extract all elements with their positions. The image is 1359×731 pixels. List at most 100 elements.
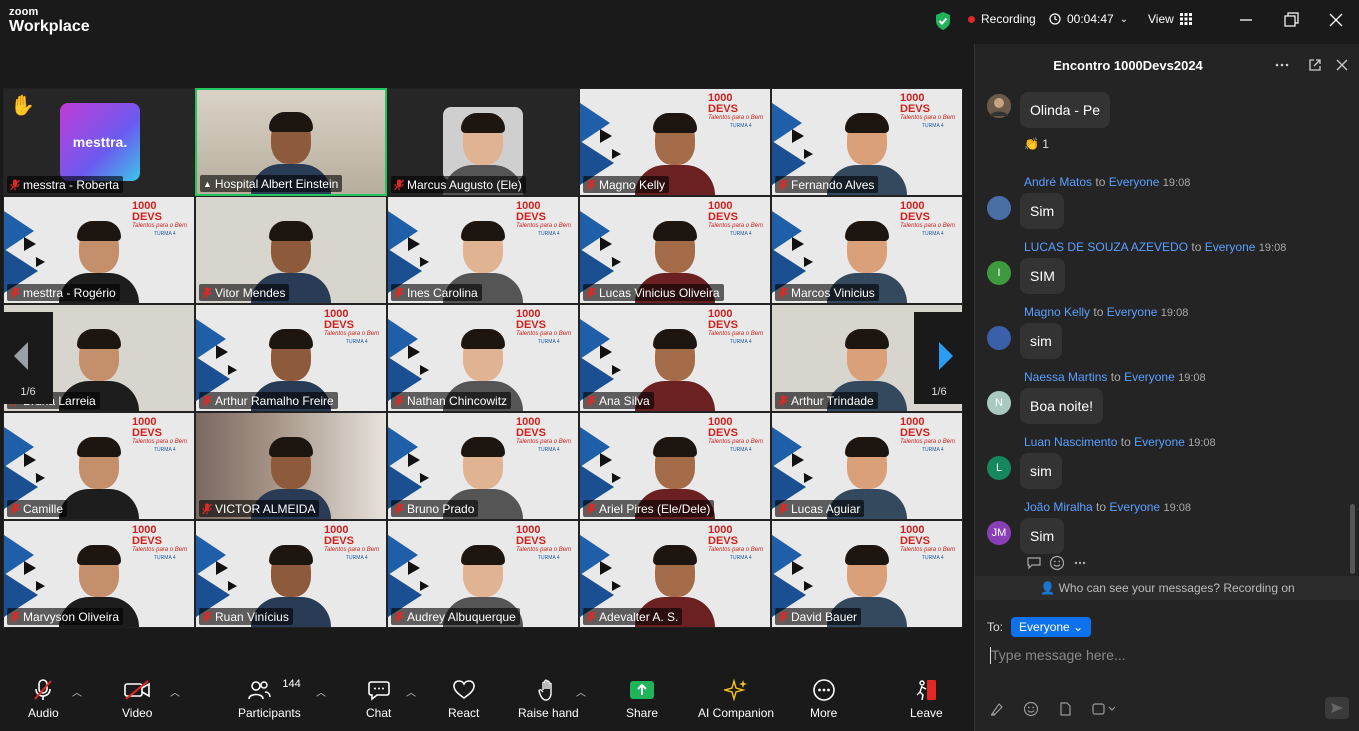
video-tile[interactable]: 1000 DEVS Talentos para o Bem TURMA 4 Natha… (387, 304, 579, 412)
participant-hair (845, 221, 889, 241)
avatar[interactable] (987, 326, 1011, 350)
recording-indicator[interactable]: Recording (968, 12, 1036, 26)
video-tile[interactable]: 1000 DEVS Talentos para o Bem TURMA 4 Magno… (579, 88, 771, 196)
video-tile[interactable]: 1000 DEVS Talentos para o Bem TURMA 4 Marvy… (3, 520, 195, 628)
video-tile[interactable]: 1000 DEVS Talentos para o Bem TURMA 4 David… (771, 520, 963, 628)
video-tile[interactable]: 1000 DEVS Talentos para o Bem TURMA 4 Ariel… (579, 412, 771, 520)
chat-messages[interactable]: Olinda - Pe 👏 1 André Matos to Everyone … (975, 88, 1359, 576)
audio-options-caret-icon[interactable]: ︿ (72, 684, 82, 699)
message-input[interactable]: Type message here... (991, 647, 1126, 663)
avatar[interactable]: N (987, 391, 1011, 415)
close-window-icon[interactable] (1326, 10, 1346, 30)
chat-options-caret-icon[interactable]: ︿ (406, 684, 416, 699)
reply-icon[interactable] (1026, 556, 1042, 570)
sender-name[interactable]: Luan Nascimento (1024, 435, 1117, 449)
recipient-name[interactable]: Everyone (1109, 500, 1160, 514)
chat-scrollbar[interactable] (1350, 504, 1355, 574)
pop-out-icon[interactable] (1308, 58, 1322, 72)
minimize-icon[interactable] (1236, 10, 1256, 30)
emoji-icon[interactable] (1023, 701, 1039, 717)
shield-check-icon[interactable] (934, 11, 952, 31)
video-tile[interactable]: 1000 DEVS Talentos para o Bem TURMA 4 Ruan … (195, 520, 387, 628)
raise-hand-button[interactable]: Raise hand (518, 678, 579, 720)
video-tile[interactable]: 1000 DEVS Talentos para o Bem TURMA 4 Adeva… (579, 520, 771, 628)
sender-name[interactable]: Magno Kelly (1024, 305, 1090, 319)
audio-button[interactable]: Audio (28, 678, 59, 720)
video-tile[interactable]: 1000 DEVS Talentos para o Bem TURMA 4 Ana S… (579, 304, 771, 412)
message-bubble[interactable]: SIM (1020, 258, 1065, 294)
video-tile[interactable]: 1000 DEVS Talentos para o Bem TURMA 4 Lucas… (771, 412, 963, 520)
gallery-prev-page-button[interactable]: 1/6 (3, 312, 53, 404)
screenshot-icon[interactable] (1091, 701, 1115, 717)
avatar[interactable]: JM (987, 521, 1011, 545)
participants-button[interactable]: 144 Participants (238, 678, 301, 720)
message-bubble[interactable]: Sim (1020, 193, 1065, 229)
participant-name-tag: Ariel Pires (Ele/Dele) (583, 500, 715, 517)
maximize-icon[interactable] (1281, 10, 1301, 30)
video-tile[interactable]: 1000 DEVS Talentos para o Bem TURMA 4 Marco… (771, 196, 963, 304)
sender-name[interactable]: André Matos (1024, 175, 1092, 189)
view-button[interactable]: View (1148, 12, 1192, 26)
raise-hand-label: Raise hand (518, 706, 579, 720)
participants-options-caret-icon[interactable]: ︿ (316, 684, 326, 699)
recipient-name[interactable]: Everyone (1124, 370, 1175, 384)
recipient-name[interactable]: Everyone (1134, 435, 1185, 449)
video-tile[interactable]: 1000 DEVS Talentos para o Bem TURMA 4 Bruno… (387, 412, 579, 520)
participant-name-tag: Magno Kelly (583, 176, 670, 193)
chat-button[interactable]: Chat (366, 678, 391, 720)
video-tile[interactable]: VICTOR ALMEIDA (195, 412, 387, 520)
background-brand-logo: 1000 DEVS Talentos para o Bem TURMA 4 (132, 525, 188, 561)
message-meta: Luan Nascimento to Everyone 19:08 (1024, 435, 1216, 449)
video-tile[interactable]: 1000 DEVS Talentos para o Bem TURMA 4 Ines … (387, 196, 579, 304)
video-tile[interactable]: 1000 DEVS Talentos para o Bem TURMA 4 mestt… (3, 196, 195, 304)
message-bubble[interactable]: Sim (1020, 518, 1065, 554)
share-button[interactable]: Share (626, 678, 658, 720)
background-brand-logo: 1000 DEVS Talentos para o Bem TURMA 4 (516, 201, 572, 237)
message-bubble[interactable]: sim (1020, 453, 1062, 489)
background-brand-logo: 1000 DEVS Talentos para o Bem TURMA 4 (324, 525, 380, 561)
message-bubble[interactable]: sim (1020, 323, 1062, 359)
file-icon[interactable] (1057, 701, 1073, 717)
recipient-dropdown[interactable]: Everyone ⌄ (1011, 617, 1092, 637)
avatar[interactable]: L (987, 456, 1011, 480)
leave-button[interactable]: Leave (910, 678, 943, 720)
video-label: Video (122, 706, 153, 720)
sender-name[interactable]: Naessa Martins (1024, 370, 1107, 384)
message-bubble[interactable]: Boa noite! (1020, 388, 1104, 424)
ai-companion-button[interactable]: AI Companion (698, 678, 774, 720)
close-chat-icon[interactable] (1335, 58, 1349, 72)
video-tile[interactable]: 1000 DEVS Talentos para o Bem TURMA 4 Audre… (387, 520, 579, 628)
message-bubble[interactable]: Olinda - Pe (1020, 92, 1111, 128)
video-tile[interactable]: 1000 DEVS Talentos para o Bem TURMA 4 Lucas… (579, 196, 771, 304)
avatar[interactable]: I (987, 261, 1011, 285)
sender-name[interactable]: LUCAS DE SOUZA AZEVEDO (1024, 240, 1188, 254)
recipient-name[interactable]: Everyone (1107, 305, 1158, 319)
background-shape (216, 345, 228, 359)
send-button[interactable] (1325, 697, 1349, 719)
react-button[interactable]: React (448, 678, 479, 720)
emoji-icon[interactable] (1049, 555, 1065, 571)
video-tile[interactable]: 1000 DEVS Talentos para o Bem TURMA 4 Arthu… (195, 304, 387, 412)
video-tile[interactable]: 1000 DEVS Talentos para o Bem TURMA 4 Camil… (3, 412, 195, 520)
gallery-next-page-button[interactable]: 1/6 (914, 312, 964, 404)
more-options-icon[interactable] (1275, 58, 1289, 72)
video-options-caret-icon[interactable]: ︿ (170, 684, 180, 699)
recipient-name[interactable]: Everyone (1205, 240, 1256, 254)
video-tile[interactable]: mesttra. ✋ messtra - Roberta (3, 88, 195, 196)
message-meta: Naessa Martins to Everyone 19:08 (1024, 370, 1206, 384)
video-tile[interactable]: Vitor Mendes (195, 196, 387, 304)
privacy-notice[interactable]: 👤 Who can see your messages? Recording o… (975, 576, 1359, 600)
video-button[interactable]: Video (122, 678, 152, 720)
video-tile[interactable]: 1000 DEVS Talentos para o Bem TURMA 4 Ferna… (771, 88, 963, 196)
sender-name[interactable]: João Miralha (1024, 500, 1093, 514)
video-tile[interactable]: ▲ Hospital Albert Einstein (195, 88, 387, 196)
more-button[interactable]: More (810, 678, 837, 720)
recipient-name[interactable]: Everyone (1109, 175, 1160, 189)
reaction-badge[interactable]: 👏 1 (1024, 137, 1049, 151)
more-message-actions-icon[interactable] (1074, 561, 1086, 565)
format-text-icon[interactable] (989, 701, 1005, 717)
raise-hand-options-caret-icon[interactable]: ︿ (576, 684, 586, 699)
avatar[interactable] (987, 196, 1011, 220)
video-tile[interactable]: Marcus Augusto (Ele) (387, 88, 579, 196)
meeting-timer[interactable]: 00:04:47 ⌄ (1049, 12, 1128, 26)
